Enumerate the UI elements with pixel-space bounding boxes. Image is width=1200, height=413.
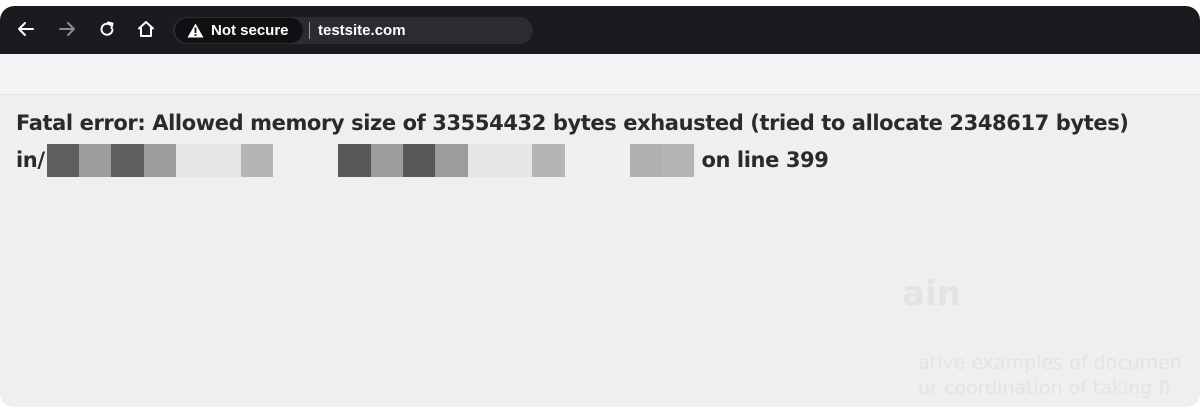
redaction-block	[435, 144, 468, 177]
redacted-path	[46, 144, 695, 177]
warning-triangle-icon	[187, 23, 204, 38]
redaction-block	[338, 144, 371, 177]
redaction-block	[370, 144, 403, 177]
error-line-1: Fatal error: Allowed memory size of 3355…	[16, 111, 1129, 135]
redaction-block	[273, 144, 306, 177]
background-heading: ain	[902, 274, 961, 314]
home-icon	[138, 21, 154, 37]
address-bar[interactable]: Not secure testsite.com	[173, 17, 533, 44]
redaction-block	[143, 144, 177, 177]
browser-window: Not secure testsite.com ain ative exampl…	[0, 6, 1200, 407]
redaction-block	[662, 144, 695, 177]
reload-icon	[100, 21, 114, 36]
security-indicator[interactable]: Not secure	[175, 18, 303, 43]
fatal-error-message: Fatal error: Allowed memory size of 3355…	[16, 105, 1186, 179]
browser-toolbar: Not secure testsite.com	[0, 6, 1200, 54]
redaction-block	[208, 144, 241, 177]
security-label: Not secure	[211, 22, 289, 39]
page-top-bar	[0, 54, 1200, 95]
home-button[interactable]	[133, 16, 159, 42]
arrow-right-icon	[59, 22, 75, 36]
redaction-block	[597, 144, 630, 177]
background-text: ative examples of documen ur coordinatio…	[918, 351, 1182, 401]
error-path-prefix: in/	[16, 148, 45, 172]
error-line-suffix: on line 399	[701, 148, 829, 172]
reload-button[interactable]	[94, 16, 120, 42]
redaction-block	[79, 144, 112, 177]
redaction-block	[46, 144, 80, 177]
redaction-block	[467, 144, 501, 177]
background-text-line: ative examples of documen	[918, 352, 1182, 374]
arrow-left-icon	[18, 22, 34, 36]
redaction-block	[305, 144, 339, 177]
redaction-block	[629, 144, 663, 177]
redaction-block	[240, 144, 274, 177]
url-separator	[309, 22, 310, 39]
redaction-block	[564, 144, 598, 177]
redaction-block	[532, 144, 565, 177]
back-button[interactable]	[13, 16, 39, 42]
redaction-block	[402, 144, 436, 177]
error-line-2: in/ on line 399	[16, 142, 1186, 179]
redaction-block	[500, 144, 533, 177]
redaction-block	[111, 144, 144, 177]
url-text[interactable]: testsite.com	[318, 21, 406, 40]
background-text-line: ur coordination of taking fl	[918, 377, 1171, 399]
forward-button[interactable]	[54, 16, 80, 42]
redaction-block	[176, 144, 209, 177]
